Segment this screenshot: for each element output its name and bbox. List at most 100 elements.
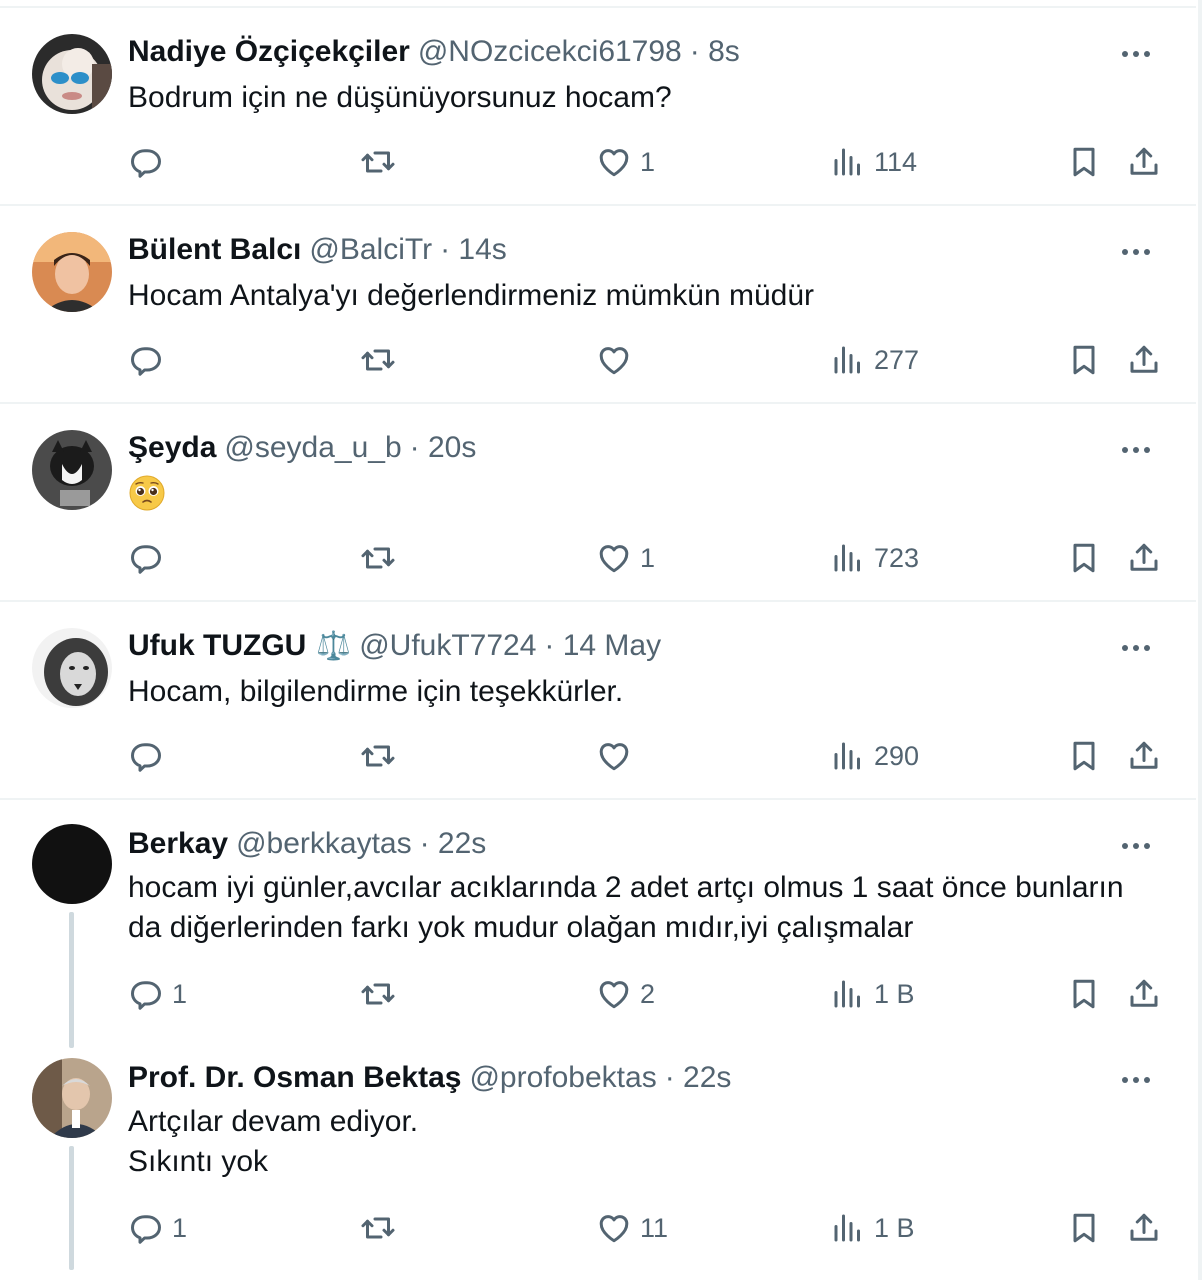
display-name[interactable]: Bülent Balcı bbox=[128, 232, 301, 268]
share-button[interactable] bbox=[1126, 142, 1162, 182]
avatar[interactable] bbox=[32, 34, 112, 114]
tweet-text: Artçılar devam ediyor. Sıkıntı yok bbox=[128, 1102, 1168, 1182]
more-icon[interactable] bbox=[1116, 240, 1156, 264]
user-handle[interactable]: @UfukT7724 bbox=[359, 628, 536, 664]
tweet[interactable]: Prof. Dr. Osman Bektaş @profobektas · 22… bbox=[0, 1046, 1196, 1280]
views-button[interactable]: 290 bbox=[830, 736, 919, 776]
avatar[interactable] bbox=[32, 824, 112, 904]
timestamp[interactable]: · 22s bbox=[665, 1060, 732, 1096]
reply-button[interactable] bbox=[128, 142, 172, 182]
user-handle[interactable]: @BalciTr bbox=[309, 232, 432, 268]
tweet[interactable]: Berkay @berkkaytas · 22s hocam iyi günle… bbox=[0, 800, 1196, 1048]
share-button[interactable] bbox=[1126, 974, 1162, 1014]
bookmark-icon bbox=[1073, 543, 1095, 573]
timestamp[interactable]: · 22s bbox=[420, 826, 487, 862]
tweet[interactable]: Şeyda @seyda_u_b · 20s 1 723 bbox=[0, 404, 1196, 602]
view-count: 114 bbox=[874, 146, 918, 177]
more-icon[interactable] bbox=[1116, 438, 1156, 462]
retweet-button[interactable] bbox=[360, 736, 396, 776]
display-name[interactable]: Prof. Dr. Osman Bektaş bbox=[128, 1060, 461, 1096]
thread-line bbox=[69, 1146, 74, 1270]
display-name[interactable]: Ufuk TUZGU bbox=[128, 628, 306, 664]
retweet-icon bbox=[361, 151, 395, 173]
views-icon bbox=[834, 980, 860, 1008]
bookmark-icon bbox=[1073, 345, 1095, 375]
view-count: 1 B bbox=[874, 1212, 915, 1243]
avatar[interactable] bbox=[32, 430, 112, 510]
reply-button[interactable] bbox=[128, 538, 172, 578]
share-button[interactable] bbox=[1126, 1208, 1162, 1248]
user-handle[interactable]: @profobektas bbox=[469, 1060, 656, 1096]
views-button[interactable]: 1 B bbox=[830, 1208, 915, 1248]
heart-icon bbox=[599, 1215, 629, 1243]
timestamp[interactable]: · 20s bbox=[410, 430, 477, 466]
more-icon[interactable] bbox=[1116, 1068, 1156, 1092]
retweet-button[interactable] bbox=[360, 142, 396, 182]
timestamp[interactable]: · 14 May bbox=[544, 628, 661, 664]
like-button[interactable] bbox=[596, 340, 640, 380]
bookmark-button[interactable] bbox=[1066, 340, 1102, 380]
reply-button[interactable]: 1 bbox=[128, 1208, 187, 1248]
bookmark-icon bbox=[1073, 741, 1095, 771]
share-icon bbox=[1130, 1213, 1158, 1241]
action-bar: 1 114 bbox=[128, 142, 1168, 182]
reply-icon bbox=[131, 1215, 161, 1244]
share-icon bbox=[1130, 345, 1158, 373]
views-button[interactable]: 1 B bbox=[830, 974, 915, 1014]
retweet-button[interactable] bbox=[360, 1208, 396, 1248]
like-button[interactable]: 11 bbox=[596, 1208, 668, 1248]
retweet-button[interactable] bbox=[360, 538, 396, 578]
more-icon[interactable] bbox=[1116, 42, 1156, 66]
reply-button[interactable]: 1 bbox=[128, 974, 187, 1014]
bookmark-button[interactable] bbox=[1066, 736, 1102, 776]
share-button[interactable] bbox=[1126, 736, 1162, 776]
bookmark-button[interactable] bbox=[1066, 1208, 1102, 1248]
reply-button[interactable] bbox=[128, 340, 172, 380]
share-icon bbox=[1130, 979, 1158, 1007]
reply-icon bbox=[131, 743, 161, 772]
timestamp[interactable]: · 8s bbox=[690, 34, 740, 70]
user-handle[interactable]: @seyda_u_b bbox=[224, 430, 401, 466]
avatar[interactable] bbox=[32, 628, 112, 708]
more-icon[interactable] bbox=[1116, 636, 1156, 660]
like-button[interactable]: 1 bbox=[596, 142, 655, 182]
bookmark-button[interactable] bbox=[1066, 538, 1102, 578]
views-icon bbox=[834, 544, 860, 572]
tweet[interactable]: Bülent Balcı @BalciTr · 14s Hocam Antaly… bbox=[0, 206, 1196, 404]
like-button[interactable]: 1 bbox=[596, 538, 655, 578]
user-handle[interactable]: @NOzcicekci61798 bbox=[418, 34, 682, 70]
views-button[interactable]: 723 bbox=[830, 538, 919, 578]
retweet-button[interactable] bbox=[360, 340, 396, 380]
views-button[interactable]: 114 bbox=[830, 142, 917, 182]
avatar[interactable] bbox=[32, 232, 112, 312]
heart-icon bbox=[599, 981, 629, 1009]
reply-button[interactable] bbox=[128, 736, 172, 776]
view-count: 723 bbox=[874, 542, 920, 573]
views-button[interactable]: 277 bbox=[830, 340, 919, 380]
action-bar: 1 723 bbox=[128, 538, 1168, 578]
more-icon[interactable] bbox=[1116, 834, 1156, 858]
display-name[interactable]: Nadiye Özçiçekçiler bbox=[128, 34, 410, 70]
display-name[interactable]: Şeyda bbox=[128, 430, 216, 466]
bookmark-button[interactable] bbox=[1066, 142, 1102, 182]
tweet[interactable]: Ufuk TUZGU ⚖️ @UfukT7724 · 14 May Hocam,… bbox=[0, 602, 1196, 800]
tweet-text-line: Artçılar devam ediyor. bbox=[128, 1105, 419, 1138]
retweet-button[interactable] bbox=[360, 974, 396, 1014]
display-name[interactable]: Berkay bbox=[128, 826, 228, 862]
heart-icon bbox=[599, 743, 629, 771]
like-button[interactable] bbox=[596, 736, 640, 776]
bookmark-button[interactable] bbox=[1066, 974, 1102, 1014]
tweet[interactable]: Nadiye Özçiçekçiler @NOzcicekci61798 · 8… bbox=[0, 8, 1196, 206]
share-button[interactable] bbox=[1126, 340, 1162, 380]
share-button[interactable] bbox=[1126, 538, 1162, 578]
tweet-text: Hocam, bilgilendirme için teşekkürler. bbox=[128, 672, 1168, 712]
share-icon bbox=[1130, 147, 1158, 175]
like-button[interactable]: 2 bbox=[596, 974, 655, 1014]
reply-icon bbox=[131, 149, 161, 178]
views-icon bbox=[834, 1214, 860, 1242]
action-bar: 290 bbox=[128, 736, 1168, 776]
bookmark-icon bbox=[1073, 979, 1095, 1009]
user-handle[interactable]: @berkkaytas bbox=[236, 826, 412, 862]
timestamp[interactable]: · 14s bbox=[440, 232, 507, 268]
avatar[interactable] bbox=[32, 1058, 112, 1138]
